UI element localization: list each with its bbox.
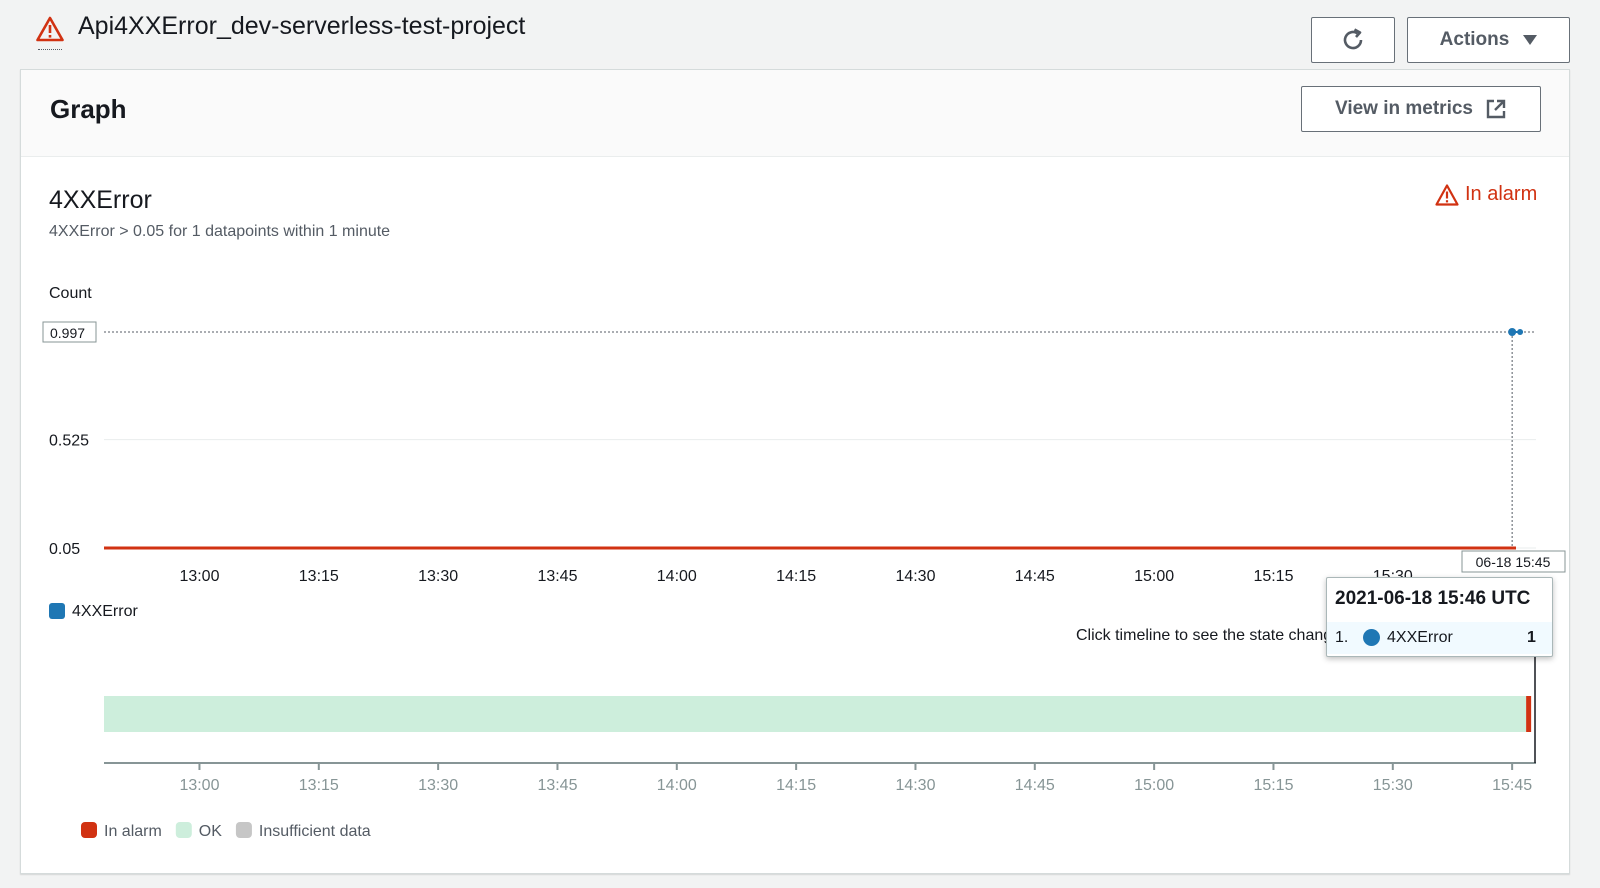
alarm-header: Api4XXError_dev-serverless-test-project … xyxy=(0,0,1600,70)
graph-panel-header: Graph View in metrics xyxy=(21,70,1569,157)
alarm-state-badge: In alarm xyxy=(1435,183,1537,206)
tooltip-series: 4XXError xyxy=(1387,629,1453,646)
tooltip-value: 1 xyxy=(1527,629,1536,646)
tooltip-title: 2021-06-18 15:46 UTC xyxy=(1335,588,1531,609)
graph-panel: Graph View in metrics xyxy=(20,69,1570,874)
caret-down-icon xyxy=(1523,35,1538,45)
page-title: Api4XXError_dev-serverless-test-project xyxy=(78,12,526,40)
refresh-button[interactable] xyxy=(1311,17,1395,63)
actions-button[interactable]: Actions xyxy=(1407,17,1570,63)
graph-panel-title: Graph xyxy=(50,94,127,124)
view-in-metrics-button[interactable]: View in metrics xyxy=(1301,86,1541,132)
alarm-condition: 4XXError > 0.05 for 1 datapoints within … xyxy=(49,223,391,240)
tooltip-index: 1. xyxy=(1335,629,1349,646)
chart-title: 4XXError xyxy=(49,186,152,214)
refresh-icon xyxy=(1343,28,1363,50)
datapoint-tooltip: 2021-06-18 15:46 UTC 1. 4XXError 1 xyxy=(1326,577,1553,657)
series-color-icon xyxy=(1363,629,1380,646)
warning-icon xyxy=(36,16,64,50)
external-link-icon xyxy=(1486,99,1506,119)
tooltip-row: 1. 4XXError 1 xyxy=(1327,622,1552,654)
view-in-metrics-label: View in metrics xyxy=(1335,98,1473,119)
alarm-state-label: In alarm xyxy=(1465,183,1538,205)
warning-icon xyxy=(1435,183,1459,206)
actions-label: Actions xyxy=(1439,29,1510,50)
